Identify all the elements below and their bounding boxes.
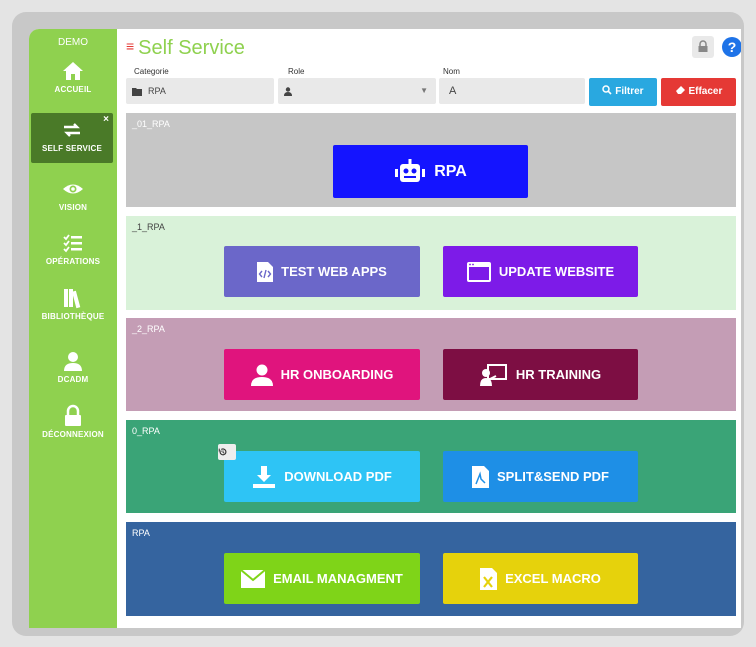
- tile-download-pdf[interactable]: DOWNLOAD PDF: [218, 444, 420, 502]
- eraser-icon: [675, 86, 685, 94]
- tile-hr-onboarding[interactable]: HR ONBOARDING: [224, 349, 420, 400]
- sidebar-item-deconnexion[interactable]: DÉCONNEXION: [29, 404, 117, 439]
- code-file-icon: [257, 261, 274, 282]
- excel-file-icon: [480, 567, 498, 590]
- demo-label: DEMO: [58, 37, 88, 48]
- category-section: RPA EMAIL MANAGMENT EXCEL MACRO: [126, 522, 736, 616]
- folder-icon: [132, 88, 142, 96]
- category-section: _1_RPA TEST WEB APPS UPDATE WEBSITE: [126, 216, 736, 310]
- category-section: _2_RPA HR ONBOARDING HR TRAINING: [126, 318, 736, 411]
- close-icon[interactable]: ×: [103, 114, 109, 125]
- sidebar-item-label: ACCUEIL: [54, 85, 92, 94]
- eye-icon: [63, 184, 83, 194]
- section-label: 0_RPA: [132, 426, 160, 436]
- section-label: _2_RPA: [132, 324, 165, 334]
- user-icon: [64, 352, 82, 371]
- books-icon: [64, 289, 81, 309]
- category-section: 0_RPA DOWNLOAD PDF SPLIT&SEND PDF: [126, 420, 736, 513]
- chevron-down-icon: ▼: [420, 86, 428, 95]
- swap-arrows-icon: [64, 123, 80, 137]
- menu-icon[interactable]: ≡: [126, 38, 134, 54]
- role-label: Role: [288, 67, 305, 76]
- tile-update-website[interactable]: UPDATE WEBSITE: [443, 246, 638, 297]
- tile-test-web-apps[interactable]: TEST WEB APPS: [224, 246, 420, 297]
- sidebar-item-label: BIBLIOTHÈQUE: [41, 312, 105, 321]
- sidebar-item-bibliotheque[interactable]: BIBLIOTHÈQUE: [29, 286, 117, 321]
- envelope-icon: [241, 569, 266, 588]
- categorie-label: Categorie: [134, 67, 169, 76]
- sidebar-item-label: SELF SERVICE: [41, 144, 103, 153]
- categorie-field[interactable]: RPA: [126, 78, 274, 104]
- app-window: DEMO ACCUEIL × SELF SERVICE VISION OPÉRA…: [29, 29, 741, 628]
- browser-window-icon: [466, 261, 491, 282]
- sidebar-item-vision[interactable]: VISION: [29, 177, 117, 212]
- sidebar-item-accueil[interactable]: ACCUEIL: [29, 59, 117, 94]
- clear-button[interactable]: Effacer: [661, 78, 736, 106]
- filter-button[interactable]: Filtrer: [589, 78, 657, 106]
- tile-hr-training[interactable]: HR TRAINING: [443, 349, 638, 400]
- page-title: ≡ Self Service: [126, 37, 245, 59]
- role-select[interactable]: ▼: [278, 78, 436, 104]
- tile-split-send-pdf[interactable]: SPLIT&SEND PDF: [443, 451, 638, 502]
- user-icon: [284, 87, 292, 96]
- sidebar-item-label: DÉCONNEXION: [42, 430, 104, 439]
- search-icon: [602, 85, 613, 95]
- nom-input[interactable]: A: [439, 78, 585, 104]
- tasks-icon: [63, 234, 82, 253]
- lock-icon: [65, 404, 81, 426]
- sidebar-item-label: DCADM: [57, 375, 89, 384]
- sidebar-item-self-service[interactable]: × SELF SERVICE: [31, 113, 113, 163]
- section-label: _01_RPA: [132, 119, 170, 129]
- sidebar-item-label: OPÉRATIONS: [45, 257, 101, 266]
- section-label: _1_RPA: [132, 222, 165, 232]
- category-section: _01_RPA RPA: [126, 113, 736, 207]
- tile-rpa[interactable]: RPA: [333, 145, 528, 198]
- presentation-icon: [479, 363, 507, 386]
- tile-email-managment[interactable]: EMAIL MANAGMENT: [224, 553, 420, 604]
- sidebar: DEMO ACCUEIL × SELF SERVICE VISION OPÉRA…: [29, 29, 117, 628]
- sidebar-item-dcadm[interactable]: DCADM: [29, 349, 117, 384]
- home-icon: [63, 62, 83, 80]
- lock-icon: [698, 40, 708, 52]
- robot-icon: [395, 158, 426, 182]
- history-icon[interactable]: [218, 444, 236, 460]
- tile-excel-macro[interactable]: EXCEL MACRO: [443, 553, 638, 604]
- lock-button[interactable]: [692, 36, 714, 58]
- sidebar-item-operations[interactable]: OPÉRATIONS: [29, 231, 117, 266]
- help-button[interactable]: ?: [722, 37, 741, 57]
- user-icon: [250, 364, 273, 386]
- nom-label: Nom: [443, 67, 460, 76]
- sidebar-item-label: VISION: [58, 203, 88, 212]
- pdf-file-icon: [472, 465, 490, 488]
- section-label: RPA: [132, 528, 150, 538]
- download-icon: [253, 465, 276, 488]
